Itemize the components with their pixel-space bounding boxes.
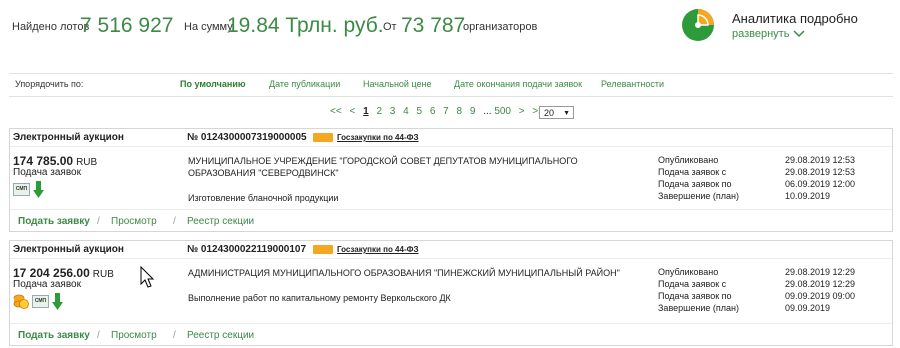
separator: /: [97, 330, 100, 341]
apply-from-value: 29.08.2019 12:53: [785, 167, 856, 177]
page-next[interactable]: >: [519, 106, 525, 117]
apply-button[interactable]: Подать заявку: [18, 330, 90, 341]
separator: /: [173, 216, 176, 227]
per-page-select[interactable]: 20 ▼: [539, 106, 574, 119]
orgs-label: организаторов: [463, 21, 538, 33]
page-first[interactable]: <<: [330, 106, 342, 117]
page-8[interactable]: 8: [457, 106, 463, 117]
sort-option-publish-date[interactable]: Дате публикации: [269, 79, 340, 89]
section-registry-link[interactable]: Реестр секции: [187, 330, 254, 341]
apply-from-label: Подача заявок с: [658, 167, 727, 177]
law-link[interactable]: Госзакупки по 44-ФЗ: [337, 245, 418, 254]
apply-to-label: Подача заявок по: [658, 179, 732, 189]
total-sum-label: На сумму: [184, 21, 233, 33]
completion-value: 09.09.2019: [785, 303, 831, 313]
published-value: 29.08.2019 12:29: [785, 267, 856, 277]
lot-subject: Изготовление бланочной продукции: [188, 193, 339, 203]
page-6[interactable]: 6: [430, 106, 436, 117]
price-currency: RUB: [92, 269, 114, 280]
customer-name[interactable]: МУНИЦИПАЛЬНОЕ УЧРЕЖДЕНИЕ "ГОРОДСКОЙ СОВЕ…: [188, 155, 628, 179]
dropdown-arrow-icon: ▼: [563, 110, 570, 117]
section-registry-link[interactable]: Реестр секции: [187, 216, 254, 227]
apply-to-value: 09.09.2019 09:00: [785, 291, 856, 301]
separator: /: [173, 330, 176, 341]
coins-icon: [13, 294, 29, 309]
found-lots-value: 7 516 927: [80, 14, 174, 37]
found-lots-label: Найдено лотов: [12, 21, 90, 33]
analytics-title: Аналитика подробно: [732, 11, 858, 26]
sort-option-deadline[interactable]: Дате окончания подачи заявок: [454, 79, 582, 89]
lot-header: Электронный аукцион № 012430000731900000…: [10, 129, 892, 147]
page-last-number[interactable]: 500: [494, 106, 511, 117]
lot-subject: Выполнение работ по капитальному ремонту…: [188, 293, 451, 303]
expand-label[interactable]: развернуть: [732, 28, 789, 40]
arrow-down-icon: [52, 293, 63, 310]
mouse-cursor-icon: [140, 266, 155, 288]
sort-option-start-price[interactable]: Начальной цене: [363, 79, 431, 89]
price-value: 17 204 256.00: [13, 266, 90, 280]
sort-option-default[interactable]: По умолчанию: [180, 79, 246, 89]
total-sum-value: 19.84 Трлн. руб.: [227, 14, 384, 37]
law-link[interactable]: Госзакупки по 44-ФЗ: [337, 133, 418, 142]
apply-from-label: Подача заявок с: [658, 279, 727, 289]
lot-price: 174 785.00 RUB: [13, 154, 97, 168]
orgs-from-label: От: [383, 21, 397, 33]
page-2[interactable]: 2: [376, 106, 382, 117]
lot-number[interactable]: № 0124300022119000107: [187, 244, 306, 255]
view-link[interactable]: Просмотр: [111, 330, 157, 341]
lot-card: Электронный аукцион № 012430000731900000…: [9, 128, 893, 232]
apply-from-value: 29.08.2019 12:29: [785, 279, 856, 289]
analytics-expand-link[interactable]: развернуть: [732, 28, 805, 40]
price-value: 174 785.00: [13, 154, 74, 168]
apply-to-value: 06.09.2019 12:00: [785, 179, 856, 189]
pagination: << < 1 2 3 4 5 6 7 8 9 ... 500 > >>: [330, 106, 549, 117]
smp-badge-icon: СМП: [13, 183, 30, 196]
view-link[interactable]: Просмотр: [111, 216, 157, 227]
page-5[interactable]: 5: [416, 106, 422, 117]
sort-label: Упорядочить по:: [15, 79, 84, 89]
chevron-down-icon[interactable]: [793, 30, 805, 38]
lot-number[interactable]: № 0124300007319000005: [187, 132, 307, 143]
lot-stage: Подача заявок: [13, 279, 81, 290]
page-prev[interactable]: <: [349, 106, 355, 117]
law-badge-icon: [313, 133, 333, 142]
arrow-down-icon: [33, 181, 44, 198]
completion-value: 10.09.2019: [785, 191, 831, 201]
lot-header: Электронный аукцион № 012430002211900010…: [10, 241, 892, 259]
lot-stage: Подача заявок: [13, 167, 81, 178]
lot-type: Электронный аукцион: [13, 244, 124, 255]
lot-price: 17 204 256.00 RUB: [13, 266, 114, 280]
orgs-count-value: 73 787: [401, 14, 466, 37]
law-badge-icon: [313, 245, 333, 254]
sort-bar: Упорядочить по: По умолчанию Дате публик…: [9, 73, 893, 97]
lot-type: Электронный аукцион: [13, 132, 124, 143]
page-4[interactable]: 4: [403, 106, 409, 117]
lot-card: Электронный аукцион № 012430002211900010…: [9, 240, 893, 346]
customer-name[interactable]: АДМИНИСТРАЦИЯ МУНИЦИПАЛЬНОГО ОБРАЗОВАНИЯ…: [188, 267, 628, 279]
completion-label: Завершение (план): [658, 303, 739, 313]
per-page-value: 20: [544, 108, 555, 118]
completion-label: Завершение (план): [658, 191, 739, 201]
separator: /: [97, 216, 100, 227]
page-3[interactable]: 3: [390, 106, 396, 117]
smp-badge-icon: СМП: [32, 295, 49, 308]
published-value: 29.08.2019 12:53: [785, 155, 856, 165]
published-label: Опубликовано: [658, 267, 719, 277]
sort-option-relevance[interactable]: Релевантности: [601, 79, 664, 89]
apply-to-label: Подача заявок по: [658, 291, 732, 301]
published-label: Опубликовано: [658, 155, 719, 165]
page-7[interactable]: 7: [443, 106, 449, 117]
stats-header: Найдено лотов 7 516 927 На сумму 19.84 Т…: [0, 0, 900, 62]
page-1[interactable]: 1: [363, 106, 369, 117]
page-ellipsis: ...: [483, 106, 492, 117]
apply-button[interactable]: Подать заявку: [18, 216, 90, 227]
lot-actions: Подать заявку / Просмотр / Реестр секции: [10, 209, 892, 234]
pie-chart-icon[interactable]: [681, 8, 715, 42]
page-9[interactable]: 9: [470, 106, 476, 117]
lot-actions: Подать заявку / Просмотр / Реестр секции: [10, 323, 892, 348]
